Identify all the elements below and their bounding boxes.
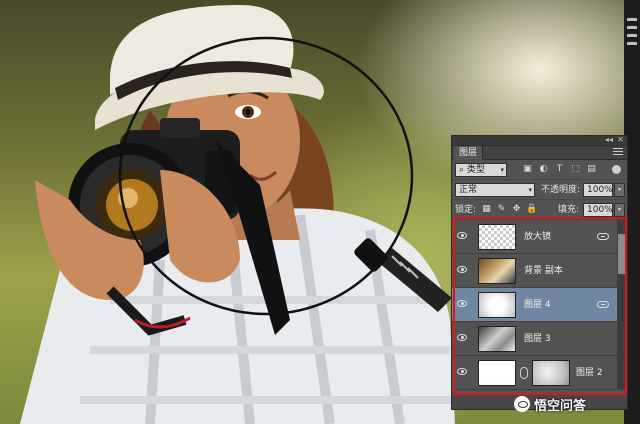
watermark: 悟空问答 [514,393,586,415]
eye-icon[interactable] [457,300,467,307]
layer-thumbnail [478,224,516,250]
filter-kind-select[interactable]: ⌕ 类型 ▾ [455,163,507,177]
wukong-logo-icon [514,396,530,412]
tab-layers[interactable]: 图层 [454,146,484,160]
lock-brush-icon[interactable]: ✎ [496,204,507,215]
eye-icon[interactable] [457,232,467,239]
search-icon: ⌕ [459,165,465,175]
eye-icon[interactable] [457,334,467,341]
layer-row-layer-4[interactable]: 图层 4 [452,288,617,322]
link-icon [597,301,609,308]
layer-thumbnail [478,360,516,386]
filter-toggle[interactable] [612,165,621,174]
fill-input[interactable]: 100% [583,203,613,217]
lock-move-icon[interactable]: ✥ [511,204,522,215]
opacity-input[interactable]: 100% [583,183,613,197]
layer-thumbnail [478,292,516,318]
layer-thumbnail [478,258,516,284]
layer-list: 放大镜 背景 副本 图层 4 图层 3 图层 2 [452,220,617,390]
strip-tick [627,42,637,45]
layer-list-scrollbar[interactable] [617,220,626,390]
layer-name: 图层 3 [524,334,551,344]
link-icon [597,233,609,240]
watermark-text: 悟空问答 [534,398,587,414]
eye-icon[interactable] [457,266,467,273]
strip-tick [627,26,637,29]
opacity-label: 不透明度: [541,185,581,195]
strip-tick [627,34,637,37]
filter-kind-value: 类型 [466,165,485,175]
filter-pixel-icon[interactable]: ▣ [522,164,533,175]
layer-row-layer-3[interactable]: 图层 3 [452,322,617,356]
filter-adjustment-icon[interactable]: ◐ [538,164,549,175]
lock-transparent-icon[interactable]: ▦ [481,204,492,215]
layer-row-layer-2[interactable]: 图层 2 [452,356,617,390]
layer-name: 图层 2 [576,368,603,378]
filter-row: ⌕ 类型 ▾ ▣ ◐ T ⬚ ▤ [452,160,627,180]
panel-menu-icon[interactable] [613,148,623,157]
layer-row-background-copy[interactable]: 背景 副本 [452,254,617,288]
panel-tabbar: 图层 [452,146,627,160]
layer-name: 背景 副本 [524,266,563,276]
layer-row-magnifier[interactable]: 放大镜 [452,220,617,254]
lock-all-icon[interactable]: 🔒 [526,204,537,215]
filter-shape-icon[interactable]: ⬚ [570,164,581,175]
layer-thumbnail [478,326,516,352]
layer-name: 图层 4 [524,300,551,310]
fill-label: 填充: [558,205,580,215]
collapse-icon[interactable]: ◂◂ [605,135,613,144]
layers-panel: ◂◂ ✕ 图层 ⌕ 类型 ▾ ▣ ◐ T ⬚ ▤ 正常 ▾ 不透明度: 100%… [451,135,628,410]
layer-name: 放大镜 [524,232,552,242]
mask-link-icon[interactable] [520,367,528,379]
blend-mode-select[interactable]: 正常 ▾ [455,183,535,197]
blend-row: 正常 ▾ 不透明度: 100% ▾ [452,180,627,200]
lock-label: 锁定: [455,205,477,215]
chevron-down-icon: ▾ [500,166,504,174]
blend-mode-value: 正常 [459,185,478,195]
filter-type-icon[interactable]: T [554,164,565,175]
panel-titlebar[interactable]: ◂◂ ✕ [452,135,627,146]
eye-icon[interactable] [457,368,467,375]
opacity-dropdown[interactable]: ▾ [614,183,625,197]
filter-smart-object-icon[interactable]: ▤ [586,164,597,175]
chevron-down-icon: ▾ [528,186,532,194]
close-icon[interactable]: ✕ [617,135,624,144]
fill-dropdown[interactable]: ▾ [614,203,625,217]
lock-row: 锁定: ▦ ✎ ✥ 🔒 填充: 100% ▾ [452,200,627,220]
strip-tick [627,18,637,21]
scrollbar-thumb[interactable] [618,234,625,274]
layer-mask-thumbnail[interactable] [532,360,570,386]
